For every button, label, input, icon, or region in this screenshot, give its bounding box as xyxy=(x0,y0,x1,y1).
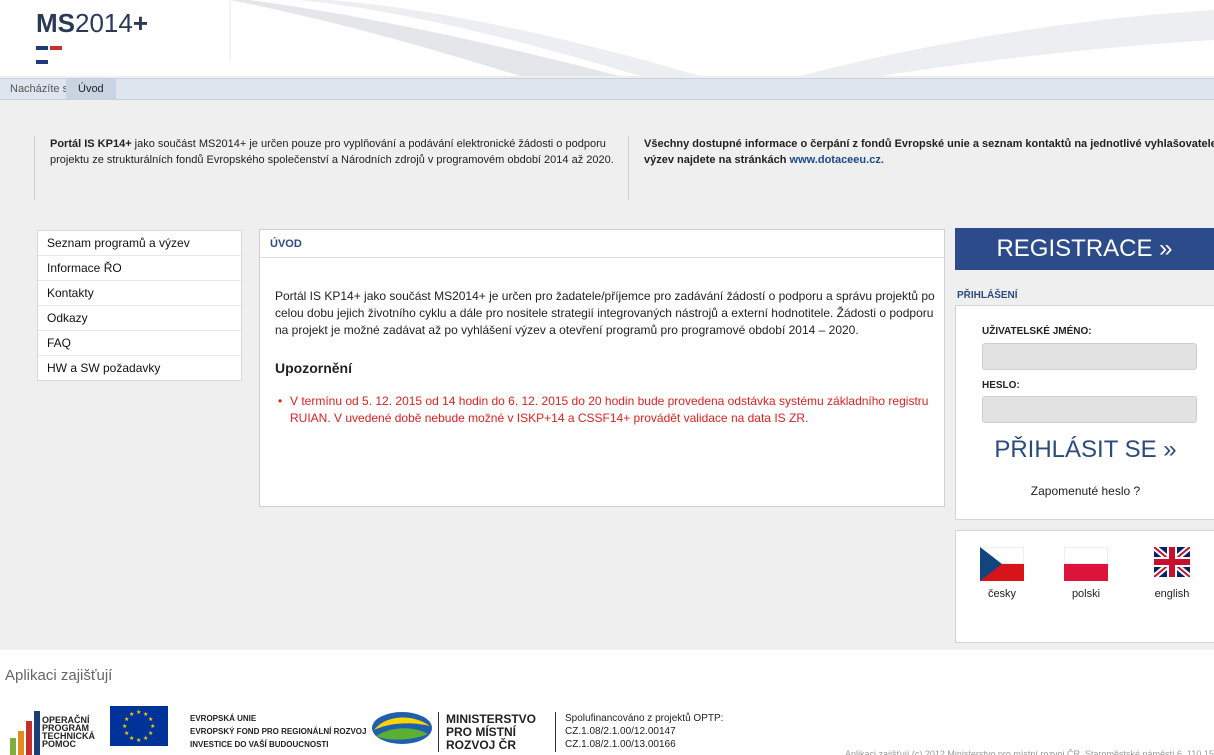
username-input[interactable] xyxy=(982,343,1197,370)
login-button[interactable]: PŘIHLÁSIT SE » xyxy=(956,436,1214,464)
polish-flag-icon xyxy=(1064,547,1108,581)
language-selector: česky polski english xyxy=(955,530,1214,643)
menu-item-links[interactable]: Odkazy xyxy=(38,306,241,331)
mmr-line2: PRO MÍSTNÍ xyxy=(446,725,517,739)
lang-polish[interactable]: polski xyxy=(1056,547,1116,600)
app-logo[interactable]: MS2014+ xyxy=(36,8,148,39)
side-menu: Seznam programů a výzev Informace ŘO Kon… xyxy=(37,230,242,381)
eu-line3: INVESTICE DO VAŠÍ BUDOUCNOSTI xyxy=(190,740,329,749)
mmr-line3: ROZVOJ ČR xyxy=(446,738,517,752)
menu-item-faq[interactable]: FAQ xyxy=(38,331,241,356)
lang-english[interactable]: english xyxy=(1142,547,1202,600)
header-swoosh xyxy=(229,0,1214,76)
mmr-line1: MINISTERSTVO xyxy=(446,712,537,726)
svg-text:★: ★ xyxy=(129,711,134,718)
svg-text:★: ★ xyxy=(148,716,153,723)
password-input[interactable] xyxy=(982,396,1197,423)
lang-czech[interactable]: česky xyxy=(972,547,1032,600)
menu-item-contacts[interactable]: Kontakty xyxy=(38,281,241,306)
lang-czech-label: česky xyxy=(987,588,1017,600)
lang-english-label: english xyxy=(1154,588,1190,600)
password-label: HESLO: xyxy=(982,380,1020,391)
menu-item-programs[interactable]: Seznam programů a výzev xyxy=(38,231,241,256)
uk-flag-icon xyxy=(1154,547,1190,577)
mmr-divider xyxy=(438,712,439,752)
svg-text:★: ★ xyxy=(148,730,153,737)
cofin-line1: Spolufinancováno z projektů OPTP: xyxy=(565,713,724,724)
svg-text:★: ★ xyxy=(136,709,141,716)
mmr-divider-right xyxy=(555,712,556,752)
czech-flag-icon xyxy=(980,547,1024,581)
intro-left: Portál IS KP14+ jako součást MS2014+ je … xyxy=(34,136,620,200)
optp-logo: OPERAČNÍ PROGRAM TECHNICKÁ POMOC xyxy=(10,703,110,755)
forgot-password-link[interactable]: Zapomenuté heslo ? xyxy=(956,484,1214,498)
login-section-title: PŘIHLÁŠENÍ xyxy=(957,290,1018,301)
username-label: UŽIVATELSKÉ JMÉNO: xyxy=(982,326,1092,337)
intro-left-bold: Portál IS KP14+ xyxy=(50,138,132,150)
warning-bullet: • xyxy=(278,394,283,408)
warning-message: • V termínu od 5. 12. 2015 od 14 hodin d… xyxy=(278,393,930,427)
eu-line2: EVROPSKÝ FOND PRO REGIONÁLNÍ ROZVOJ xyxy=(190,727,367,736)
regional-swirl-icon xyxy=(372,712,432,744)
intro-right-bold: Všechny dostupné informace o čerpání z f… xyxy=(644,138,1214,166)
intro-right: Všechny dostupné informace o čerpání z f… xyxy=(628,136,1214,200)
svg-text:★: ★ xyxy=(136,737,141,744)
warning-text: V termínu od 5. 12. 2015 od 14 hodin do … xyxy=(290,394,929,425)
header: MS2014+ xyxy=(0,0,1214,76)
footer: Aplikaci zajišťují OPERAČNÍ PROGRAM TECH… xyxy=(0,650,1214,755)
breadcrumb-current[interactable]: Úvod xyxy=(66,79,116,99)
menu-item-hw-sw[interactable]: HW a SW požadavky xyxy=(38,356,241,380)
main-title: ÚVOD xyxy=(270,238,302,250)
cofin-line3: CZ.1.08/2.1.00/13.00166 xyxy=(565,739,676,750)
eu-line1: EVROPSKÁ UNIE xyxy=(190,714,257,723)
breadcrumb: Nacházíte se: Úvod xyxy=(0,78,1214,100)
warning-title: Upozornění xyxy=(275,360,352,376)
main-panel: ÚVOD Portál IS KP14+ jako součást MS2014… xyxy=(259,229,945,507)
svg-text:★: ★ xyxy=(150,723,155,730)
dotaceeu-link[interactable]: www.dotaceeu.cz. xyxy=(790,154,884,166)
svg-text:★: ★ xyxy=(143,735,148,742)
menu-item-ro-info[interactable]: Informace ŘO xyxy=(38,256,241,281)
eu-flag-icon: ★ ★★★ ★★★★ ★★★★ xyxy=(110,706,168,746)
main-divider xyxy=(260,257,944,258)
lang-polish-label: polski xyxy=(1071,588,1101,600)
register-button[interactable]: REGISTRACE » xyxy=(955,228,1214,270)
svg-text:★: ★ xyxy=(122,723,127,730)
copyright-text: Aplikaci zajišťují (c) 2012 Ministerstvo… xyxy=(845,749,1214,755)
cofin-line2: CZ.1.08/2.1.00/12.00147 xyxy=(565,726,676,737)
main-description: Portál IS KP14+ jako součást MS2014+ je … xyxy=(275,289,935,337)
svg-text:★: ★ xyxy=(124,730,129,737)
intro-left-text: jako součást MS2014+ je určen pouze pro … xyxy=(50,138,614,166)
svg-text:★: ★ xyxy=(129,735,134,742)
logo-color-bars xyxy=(36,39,76,64)
optp-line4: POMOC xyxy=(42,739,77,749)
login-box: UŽIVATELSKÉ JMÉNO: HESLO: PŘIHLÁSIT SE »… xyxy=(955,305,1214,520)
footer-title: Aplikaci zajišťují xyxy=(5,667,113,684)
